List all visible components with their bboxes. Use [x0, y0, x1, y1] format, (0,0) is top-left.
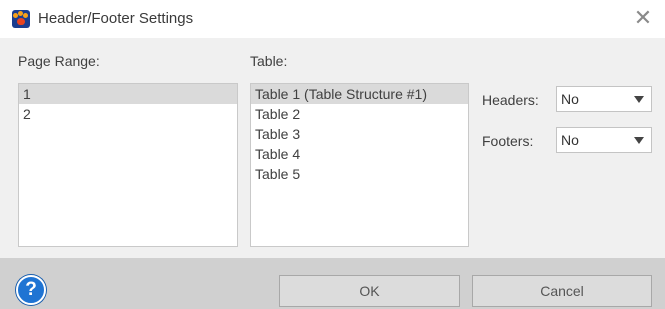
page-range-item-2[interactable]: 2 [19, 104, 237, 124]
close-icon[interactable]: ✕ [631, 7, 655, 31]
header-footer-settings-dialog: Header/Footer Settings ✕ Page Range: 1 2… [0, 0, 665, 309]
cancel-button[interactable]: Cancel [472, 275, 652, 307]
help-icon[interactable]: ? [16, 275, 46, 305]
ok-button[interactable]: OK [279, 275, 460, 307]
headers-select[interactable]: No [556, 86, 652, 112]
table-list[interactable]: Table 1 (Table Structure #1) Table 2 Tab… [250, 83, 469, 247]
page-range-label: Page Range: [18, 53, 100, 69]
headers-select-value: No [561, 91, 579, 107]
table-item-2[interactable]: Table 2 [251, 104, 468, 124]
title-bar: Header/Footer Settings ✕ [0, 0, 665, 38]
dialog-body: Page Range: 1 2 Table: Table 1 (Table St… [0, 38, 665, 258]
footers-select[interactable]: No [556, 127, 652, 153]
page-range-item-1[interactable]: 1 [19, 84, 237, 104]
table-item-5[interactable]: Table 5 [251, 164, 468, 184]
chevron-down-icon [634, 96, 644, 103]
dialog-title: Header/Footer Settings [38, 10, 194, 27]
table-label: Table: [250, 53, 288, 69]
footers-select-value: No [561, 132, 579, 148]
table-item-3[interactable]: Table 3 [251, 124, 468, 144]
table-item-4[interactable]: Table 4 [251, 144, 468, 164]
dialog-footer: ? OK Cancel [0, 258, 665, 309]
chevron-down-icon [634, 137, 644, 144]
page-range-list[interactable]: 1 2 [18, 83, 238, 247]
footers-label: Footers: [482, 133, 534, 149]
headers-label: Headers: [482, 92, 539, 108]
table-item-1[interactable]: Table 1 (Table Structure #1) [251, 84, 468, 104]
app-icon [12, 10, 30, 28]
